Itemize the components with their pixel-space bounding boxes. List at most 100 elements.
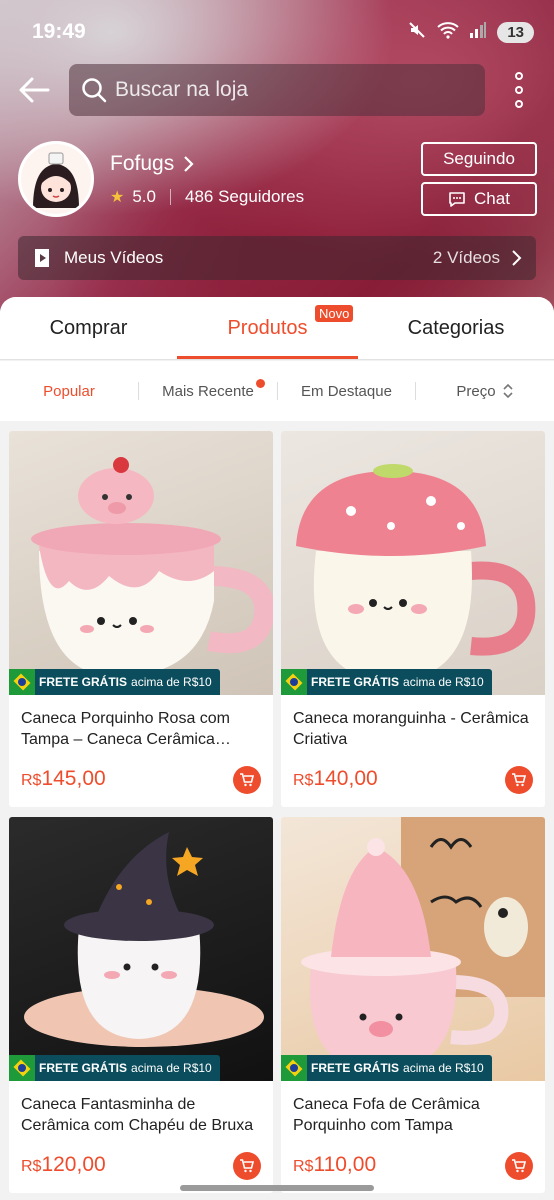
currency: R$ (293, 1158, 314, 1175)
add-to-cart-button[interactable] (505, 1152, 533, 1180)
price-value: 140,00 (313, 767, 378, 790)
promo-rest: acima de R$10 (131, 675, 212, 689)
promo-strong: FRETE GRÁTIS (311, 675, 400, 689)
free-shipping-badge: FRETE GRÁTIS acima de R$10 (281, 669, 492, 695)
product-title: Caneca moranguinha - Cerâmica Criativa (293, 710, 529, 748)
battery-indicator: 13 (497, 21, 534, 43)
sort-price-label: Preço (456, 382, 496, 400)
search-bar[interactable] (69, 64, 485, 116)
following-label: Seguindo (443, 149, 515, 168)
new-badge: Novo (315, 305, 354, 322)
status-bar: 19:49 13 (0, 0, 554, 62)
active-tab-indicator (177, 356, 358, 359)
currency: R$ (21, 772, 42, 789)
product-image: FRETE GRÁTIS acima de R$10 (9, 431, 273, 695)
product-image: FRETE GRÁTIS acima de R$10 (281, 431, 545, 695)
sort-bar: Popular Mais Recente Em Destaque Preço (0, 361, 554, 421)
product-price: R$120,00 (21, 1153, 106, 1177)
product-title: Caneca Fofa de Cerâmica Porquinho com Ta… (293, 1096, 480, 1134)
new-dot-indicator (256, 379, 265, 388)
shop-name: Fofugs (110, 152, 175, 175)
sort-popular[interactable]: Popular (0, 361, 138, 421)
product-card[interactable]: FRETE GRÁTIS acima de R$10 Caneca Fantas… (9, 817, 273, 1193)
mushroom-mug-illustration (296, 464, 536, 681)
search-input[interactable] (115, 78, 455, 102)
shop-content: Comprar Produtos Novo Categorias Popular… (0, 297, 554, 1200)
cart-icon (512, 773, 527, 787)
back-button[interactable] (16, 70, 56, 110)
brazil-flag-icon (9, 1055, 35, 1081)
free-shipping-badge: FRETE GRÁTIS acima de R$10 (9, 1055, 220, 1081)
product-image: FRETE GRÁTIS acima de R$10 (281, 817, 545, 1081)
more-dot-icon (515, 100, 523, 108)
signal-icon (469, 21, 487, 43)
product-card[interactable]: FRETE GRÁTIS acima de R$10 Caneca Fofa d… (281, 817, 545, 1193)
free-shipping-badge: FRETE GRÁTIS acima de R$10 (281, 1055, 492, 1081)
home-indicator[interactable] (180, 1185, 374, 1191)
cart-icon (512, 1159, 527, 1173)
brazil-flag-icon (9, 669, 35, 695)
cart-icon (240, 773, 255, 787)
sort-featured[interactable]: Em Destaque (278, 361, 415, 421)
wifi-icon (437, 21, 459, 43)
star-icon: ★ (110, 189, 125, 206)
top-bar (0, 64, 554, 116)
tab-comprar[interactable]: Comprar (0, 297, 177, 360)
status-icons: 13 (407, 20, 534, 44)
more-dot-icon (515, 72, 523, 80)
ghost-mug-illustration (24, 832, 264, 1047)
add-to-cart-button[interactable] (505, 766, 533, 794)
chat-button[interactable]: Chat (421, 182, 537, 216)
more-options-button[interactable] (504, 72, 534, 108)
shop-avatar[interactable] (18, 141, 94, 217)
divider (169, 189, 171, 205)
promo-rest: acima de R$10 (131, 1061, 212, 1075)
product-title: Caneca Porquinho Rosa com Tampa – Caneca… (21, 710, 231, 748)
product-image: FRETE GRÁTIS acima de R$10 (9, 817, 273, 1081)
chevron-right-icon (512, 250, 522, 266)
sort-price[interactable]: Preço (416, 361, 554, 421)
shop-followers: 486 Seguidores (184, 187, 305, 206)
video-icon (35, 249, 49, 267)
chat-bubble-icon (449, 192, 465, 207)
add-to-cart-button[interactable] (233, 1152, 261, 1180)
product-price: R$110,00 (293, 1153, 376, 1177)
product-title: Caneca Fantasminha de Cerâmica com Chapé… (21, 1096, 254, 1134)
shop-rating: 5.0 (132, 187, 156, 206)
more-dot-icon (515, 86, 523, 94)
sort-recent[interactable]: Mais Recente (139, 361, 277, 421)
product-card[interactable]: FRETE GRÁTIS acima de R$10 Caneca Porqui… (9, 431, 273, 807)
videos-count: 2 Vídeos (432, 248, 500, 267)
shop-name-link[interactable]: Fofugs (110, 152, 196, 176)
add-to-cart-button[interactable] (233, 766, 261, 794)
my-videos-link[interactable]: Meus Vídeos 2 Vídeos (18, 236, 536, 280)
product-price: R$145,00 (21, 767, 106, 791)
following-button[interactable]: Seguindo (421, 142, 537, 176)
tab-categorias[interactable]: Categorias (358, 297, 554, 360)
price-value: 110,00 (313, 1153, 377, 1176)
back-arrow-icon (19, 77, 50, 103)
promo-strong: FRETE GRÁTIS (39, 675, 128, 689)
promo-strong: FRETE GRÁTIS (311, 1061, 400, 1075)
pig-mug-illustration (31, 457, 273, 677)
price-value: 120,00 (41, 1153, 106, 1176)
mute-icon (407, 20, 427, 44)
promo-strong: FRETE GRÁTIS (39, 1061, 128, 1075)
shop-stats: ★ 5.0 486 Seguidores (110, 187, 304, 207)
search-icon (82, 78, 107, 103)
currency: R$ (293, 772, 314, 789)
chevron-right-icon (184, 156, 194, 172)
brazil-flag-icon (281, 669, 307, 695)
promo-rest: acima de R$10 (403, 1061, 484, 1075)
pink-pig-mug-illustration (301, 817, 545, 1072)
price-value: 145,00 (41, 767, 106, 790)
promo-rest: acima de R$10 (403, 675, 484, 689)
product-card[interactable]: FRETE GRÁTIS acima de R$10 Caneca morang… (281, 431, 545, 807)
chat-label: Chat (474, 189, 510, 208)
brazil-flag-icon (281, 1055, 307, 1081)
product-price: R$140,00 (293, 767, 378, 791)
my-videos-label: Meus Vídeos (64, 248, 164, 267)
sort-arrows-icon (503, 383, 513, 399)
shop-header: 19:49 13 Buscar na loja Fofugs ★ 5.0 486… (0, 0, 554, 320)
shop-tabs: Comprar Produtos Novo Categorias (0, 297, 554, 360)
